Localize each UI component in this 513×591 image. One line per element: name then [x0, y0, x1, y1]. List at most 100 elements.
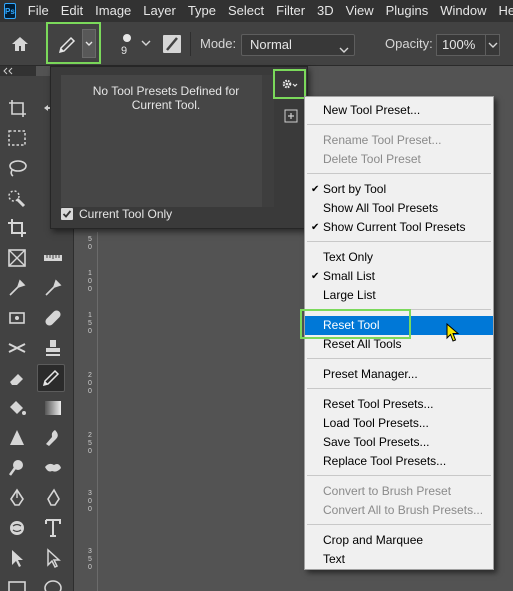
ruler-tick: 0 — [88, 244, 92, 251]
ruler-tick: 0 — [88, 388, 92, 395]
menu-3d[interactable]: 3D — [311, 0, 340, 22]
opacity-input[interactable]: 100% — [436, 34, 486, 56]
menu-item-show-current-tool-presets[interactable]: ✔ Show Current Tool Presets — [305, 218, 493, 237]
burn-tool-icon[interactable] — [39, 454, 67, 482]
menu-item-delete-tool-preset[interactable]: Delete Tool Preset — [305, 150, 493, 169]
new-preset-icon[interactable] — [284, 109, 298, 123]
ruler-tick: 5 — [88, 556, 92, 563]
ruler-tick: 0 — [88, 328, 92, 335]
menu-separator — [307, 124, 491, 125]
menu-type[interactable]: Type — [182, 0, 222, 22]
menu-item-sort-by-tool[interactable]: ✔ Sort by Tool — [305, 180, 493, 199]
freeform-pen-tool-icon[interactable] — [39, 484, 67, 512]
ruler-tool-icon[interactable] — [39, 244, 67, 272]
gradient-tool-icon[interactable] — [39, 394, 67, 422]
menu-window[interactable]: Window — [434, 0, 492, 22]
color-sampler-icon[interactable] — [39, 274, 67, 302]
menu-file[interactable]: File — [22, 0, 55, 22]
menu-item-load-tool-presets[interactable]: Load Tool Presets... — [305, 414, 493, 433]
ruler-tick: 0 — [88, 564, 92, 571]
healing-brush-tool-icon[interactable] — [3, 304, 31, 332]
ellipse-tool-icon[interactable] — [39, 574, 67, 591]
menu-item-convert-all-to-brush-presets[interactable]: Convert All to Brush Presets... — [305, 501, 493, 520]
sharpen-tool-icon[interactable] — [3, 424, 31, 452]
empty-presets-message: No Tool Presets Defined for Current Tool… — [71, 84, 261, 112]
menu-item-show-all-tool-presets[interactable]: Show All Tool Presets — [305, 199, 493, 218]
check-icon: ✔ — [311, 184, 320, 195]
current-tool-only-label: Current Tool Only — [79, 207, 173, 221]
menu-edit[interactable]: Edit — [55, 0, 89, 22]
home-icon[interactable] — [10, 34, 30, 54]
path-selection-tool-icon[interactable] — [3, 544, 31, 572]
menu-item-convert-to-brush-preset[interactable]: Convert to Brush Preset — [305, 482, 493, 501]
menu-layer[interactable]: Layer — [137, 0, 182, 22]
vertical-ruler: 5 0 1 0 0 1 5 0 2 0 0 2 5 0 3 0 0 3 5 0 — [84, 232, 98, 591]
menu-separator — [307, 475, 491, 476]
chevron-down-icon[interactable] — [141, 36, 151, 50]
tool-preset-picker[interactable] — [46, 22, 101, 64]
menu-item-replace-tool-presets[interactable]: Replace Tool Presets... — [305, 452, 493, 471]
menu-item-text-only[interactable]: Text Only — [305, 248, 493, 267]
chevron-down-icon — [339, 40, 349, 60]
paint-bucket-tool-icon[interactable] — [3, 394, 31, 422]
menu-item-crop-and-marquee[interactable]: Crop and Marquee — [305, 531, 493, 550]
quick-selection-tool-icon[interactable] — [3, 184, 31, 212]
eraser-tool-icon[interactable] — [3, 364, 31, 392]
marquee-tool-icon[interactable] — [3, 124, 31, 152]
menu-item-save-tool-presets[interactable]: Save Tool Presets... — [305, 433, 493, 452]
ruler-tick: 2 — [88, 432, 92, 439]
frame-tool-icon[interactable] — [3, 244, 31, 272]
current-tool-only-checkbox[interactable] — [61, 208, 73, 220]
ruler-tick: 0 — [88, 498, 92, 505]
menu-item-small-list[interactable]: ✔ Small List — [305, 267, 493, 286]
pen-tool-icon[interactable] — [3, 484, 31, 512]
ruler-tick: 1 — [88, 270, 92, 277]
current-tool-only-option[interactable]: Current Tool Only — [61, 207, 172, 221]
menu-item-reset-tool-presets[interactable]: Reset Tool Presets... — [305, 395, 493, 414]
empty-message-line: Current Tool. — [131, 98, 201, 112]
ruler-tick: 0 — [88, 278, 92, 285]
photoshop-logo-icon[interactable]: Ps — [4, 3, 16, 19]
menu-view[interactable]: View — [340, 0, 380, 22]
tool-preset-list[interactable]: No Tool Presets Defined for Current Tool… — [61, 75, 274, 207]
menu-image[interactable]: Image — [89, 0, 137, 22]
menu-help[interactable]: Help — [493, 0, 513, 22]
smudge-tool-icon[interactable] — [39, 424, 67, 452]
stamp-tool-icon[interactable] — [39, 334, 67, 362]
menu-item-new-tool-preset[interactable]: New Tool Preset... — [305, 101, 493, 120]
preset-settings-button[interactable] — [273, 69, 306, 99]
brush-tip-icon — [123, 34, 131, 42]
menu-item-label: Reset Tool Presets... — [323, 397, 434, 411]
menu-item-large-list[interactable]: Large List — [305, 286, 493, 305]
menu-select[interactable]: Select — [222, 0, 270, 22]
menu-item-label: Show All Tool Presets — [323, 201, 439, 215]
menu-item-text[interactable]: Text — [305, 550, 493, 569]
menu-item-label: Text — [323, 552, 346, 566]
menu-filter[interactable]: Filter — [270, 0, 311, 22]
chevron-down-icon[interactable] — [82, 29, 96, 58]
check-icon: ✔ — [311, 222, 320, 233]
brush-settings-icon[interactable] — [162, 34, 182, 54]
reset-tool-callout — [300, 309, 411, 339]
content-aware-move-tool-icon[interactable] — [3, 334, 31, 362]
dodge-tool-icon[interactable] — [3, 454, 31, 482]
direct-selection-tool-icon[interactable] — [39, 544, 67, 572]
type-tool-icon[interactable] — [39, 514, 67, 542]
pencil-tool-icon[interactable] — [37, 364, 65, 392]
bandage-tool-icon[interactable] — [39, 304, 67, 332]
menu-item-label: Rename Tool Preset... — [323, 133, 442, 147]
chevron-down-icon[interactable] — [486, 34, 500, 56]
brain-shape-icon[interactable] — [3, 514, 31, 542]
lasso-tool-icon[interactable] — [3, 154, 31, 182]
menu-item-preset-manager[interactable]: Preset Manager... — [305, 365, 493, 384]
menu-item-label: Load Tool Presets... — [323, 416, 429, 430]
rectangle-tool-icon[interactable] — [3, 574, 31, 591]
crop-tool-icon[interactable] — [3, 214, 31, 242]
tools-panel-header[interactable] — [0, 66, 36, 76]
menu-item-rename-tool-preset[interactable]: Rename Tool Preset... — [305, 131, 493, 150]
mode-select[interactable]: Normal — [241, 34, 355, 56]
eyedropper-tool-icon[interactable] — [3, 274, 31, 302]
artboard-tool-icon[interactable] — [3, 94, 31, 122]
menu-item-label: Text Only — [323, 250, 374, 264]
menu-plugins[interactable]: Plugins — [380, 0, 435, 22]
